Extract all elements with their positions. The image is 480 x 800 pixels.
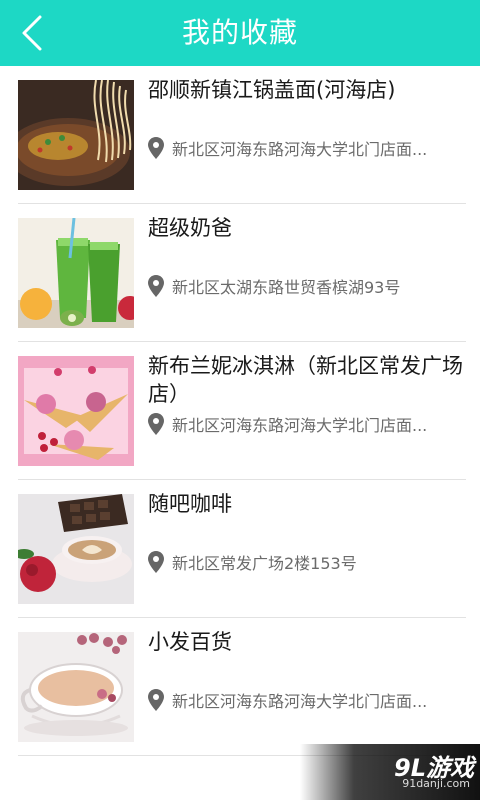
- favorite-item[interactable]: 邵顺新镇江锅盖面(河海店) 新北区河海东路河海大学北门店面...: [18, 66, 466, 204]
- shop-thumbnail: [18, 632, 134, 742]
- shop-name: 随吧咖啡: [148, 492, 232, 516]
- favorite-item[interactable]: 新布兰妮冰淇淋（新北区常发广场店） 新北区河海东路河海大学北门店面...: [18, 342, 466, 480]
- watermark-site: 91danji.com: [402, 777, 470, 790]
- watermark: 9L游戏 91danji.com: [300, 744, 480, 800]
- map-pin-icon: [148, 689, 164, 711]
- favorite-item[interactable]: 小发百货 新北区河海东路河海大学北门店面...: [18, 618, 466, 756]
- map-pin-icon: [148, 551, 164, 573]
- favorite-item[interactable]: 随吧咖啡 新北区常发广场2楼153号: [18, 480, 466, 618]
- shop-address: 新北区常发广场2楼153号: [148, 550, 466, 574]
- shop-address: 新北区河海东路河海大学北门店面...: [148, 136, 466, 160]
- shop-thumbnail: [18, 356, 134, 466]
- map-pin-icon: [148, 275, 164, 297]
- shop-name: 邵顺新镇江锅盖面(河海店): [148, 78, 396, 102]
- shop-thumbnail: [18, 218, 134, 328]
- shop-address: 新北区河海东路河海大学北门店面...: [148, 412, 466, 436]
- app-header: 我的收藏: [0, 0, 480, 66]
- shop-address: 新北区太湖东路世贸香槟湖93号: [148, 274, 466, 298]
- shop-name: 超级奶爸: [148, 216, 232, 240]
- shop-thumbnail: [18, 494, 134, 604]
- shop-thumbnail: [18, 80, 134, 190]
- favorites-list: 邵顺新镇江锅盖面(河海店) 新北区河海东路河海大学北门店面... 超级奶爸 新北…: [0, 66, 480, 756]
- shop-name: 新布兰妮冰淇淋（新北区常发广场店）: [148, 354, 463, 406]
- map-pin-icon: [148, 413, 164, 435]
- page-title: 我的收藏: [181, 16, 298, 49]
- shop-name: 小发百货: [148, 630, 232, 654]
- map-pin-icon: [148, 137, 164, 159]
- favorite-item[interactable]: 超级奶爸 新北区太湖东路世贸香槟湖93号: [18, 204, 466, 342]
- shop-address: 新北区河海东路河海大学北门店面...: [148, 688, 466, 712]
